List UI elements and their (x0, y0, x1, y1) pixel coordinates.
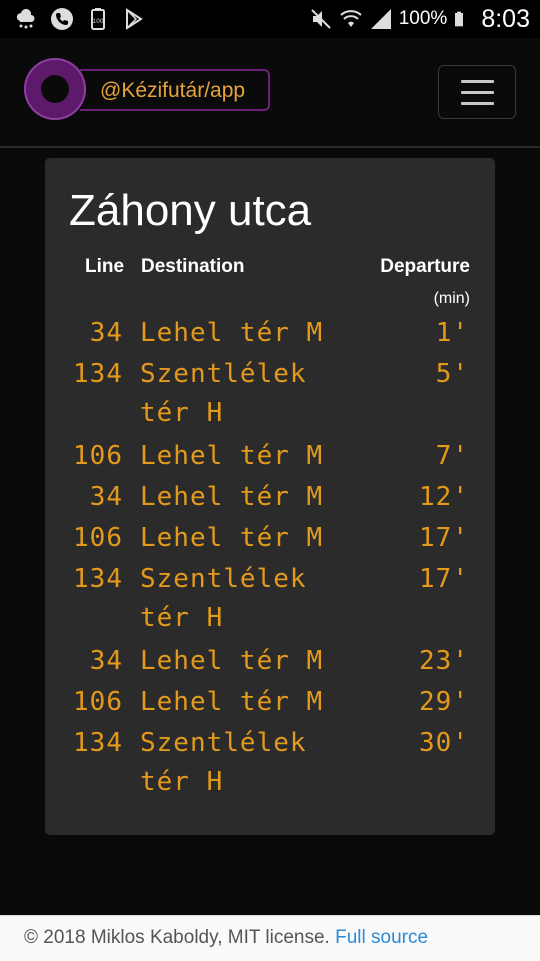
row-line: 34 (89, 318, 123, 348)
full-source-link[interactable]: Full source (335, 927, 428, 948)
clock: 8:03 (481, 4, 530, 33)
signal-icon (370, 9, 391, 29)
header-departure: Departure (380, 256, 470, 277)
battery-icon (455, 11, 464, 27)
row-destination-cont: tér H (140, 398, 224, 428)
row-departure: 12' (419, 482, 469, 512)
row-line: 106 (73, 523, 123, 553)
mute-icon (311, 9, 331, 29)
weather-icon (16, 8, 35, 29)
row-destination: Szentlélek (140, 564, 307, 594)
navbar: @Kézifutár/app (0, 38, 540, 148)
footer-text: © 2018 Miklos Kaboldy, MIT license. Full… (24, 927, 428, 949)
row-line: 134 (73, 564, 123, 594)
row-destination: Szentlélek (140, 359, 307, 389)
play-store-icon (126, 8, 143, 30)
hamburger-icon-bar (461, 102, 494, 105)
row-departure: 7' (435, 441, 469, 471)
svg-text:100: 100 (92, 18, 104, 25)
row-departure: 30' (419, 728, 469, 758)
brand-ring-icon (24, 58, 86, 120)
row-departure: 23' (419, 646, 469, 676)
battery-percent: 100% (398, 8, 448, 29)
row-destination-cont: tér H (140, 767, 224, 797)
header-line: Line (85, 256, 125, 277)
row-line: 134 (73, 359, 123, 389)
battery-saver-icon: 100 (91, 8, 105, 30)
row-line: 134 (73, 728, 123, 758)
status-bar-left: 100 (14, 6, 146, 32)
menu-toggle-button[interactable] (438, 65, 516, 119)
hamburger-icon (461, 80, 494, 83)
row-departure: 17' (419, 564, 469, 594)
row-departure: 17' (419, 523, 469, 553)
phone-icon (51, 8, 73, 30)
row-destination: Szentlélek (140, 728, 307, 758)
brand-text: @Kézifutár/app (100, 79, 246, 102)
row-line: 34 (89, 482, 123, 512)
row-line: 106 (73, 687, 123, 717)
row-destination: Lehel tér M (140, 318, 324, 348)
header-departure-unit: (min) (433, 290, 470, 307)
row-destination: Lehel tér M (140, 482, 324, 512)
copyright-text: © 2018 Miklos Kaboldy, MIT license. (24, 927, 336, 948)
row-destination: Lehel tér M (140, 441, 324, 471)
hamburger-icon-bar (461, 91, 494, 94)
row-line: 34 (89, 646, 123, 676)
wifi-icon (340, 10, 362, 27)
footer: © 2018 Miklos Kaboldy, MIT license. Full… (0, 915, 540, 961)
stop-title: Záhony utca (69, 186, 312, 235)
row-destination: Lehel tér M (140, 646, 324, 676)
row-departure: 1' (435, 318, 469, 348)
brand-logo-link[interactable]: @Kézifutár/app (22, 58, 274, 124)
header-destination: Destination (141, 256, 245, 277)
status-bar: 100 100% 8:03 (0, 0, 540, 38)
status-bar-right: 100% 8:03 (309, 4, 530, 34)
row-line: 106 (73, 441, 123, 471)
row-destination: Lehel tér M (140, 523, 324, 553)
row-destination-cont: tér H (140, 603, 224, 633)
departure-board: Záhony utca Line Destination Departure (… (45, 158, 495, 835)
row-destination: Lehel tér M (140, 687, 324, 717)
row-departure: 5' (435, 359, 469, 389)
row-departure: 29' (419, 687, 469, 717)
